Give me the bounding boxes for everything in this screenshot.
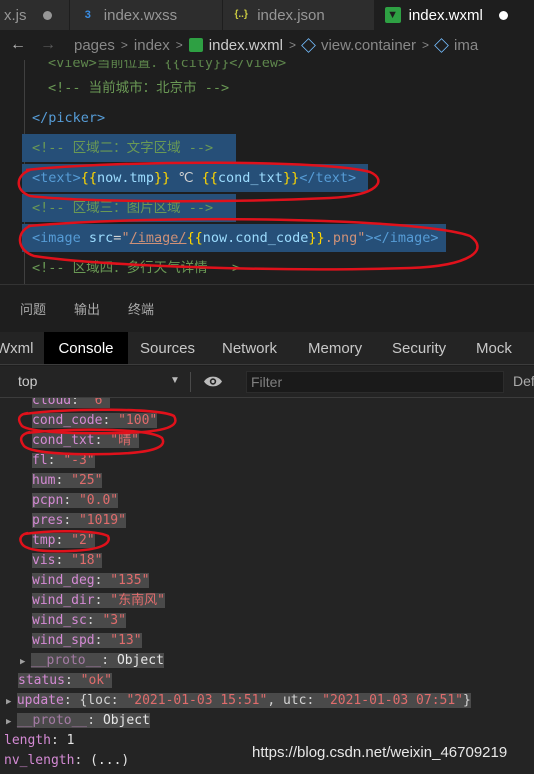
console-property-row: cloud: "6" bbox=[32, 398, 111, 411]
divider bbox=[190, 372, 191, 392]
expand-triangle-icon[interactable]: ▶ bbox=[6, 697, 17, 707]
console-property-row: pcpn: "0.0" bbox=[32, 493, 119, 508]
console-output[interactable]: cloud: "6" cond_code: "100" cond_txt: "晴" f… bbox=[0, 398, 534, 774]
console-property-row: wind_deg: "135" bbox=[32, 573, 150, 588]
tab-label: index.json bbox=[257, 6, 325, 24]
tab-console[interactable]: Console bbox=[44, 332, 128, 364]
console-toolbar: top ▼ Def bbox=[0, 366, 534, 398]
console-length-row: length: 1 bbox=[4, 733, 75, 748]
wxml-file-icon: ▼ bbox=[384, 7, 401, 23]
tab-label: x.js bbox=[4, 6, 27, 24]
tab-terminal[interactable]: 终端 bbox=[128, 299, 154, 318]
chevron-right-icon: > bbox=[422, 38, 430, 52]
breadcrumb-file[interactable]: index.wxml bbox=[209, 37, 283, 54]
console-property-row: cond_code: "100" bbox=[32, 413, 158, 428]
code-editor[interactable]: <view>当前位置：{{city}}</view> <!-- 当前城市：北京市… bbox=[0, 60, 534, 284]
console-property-row: vis: "18" bbox=[32, 553, 103, 568]
code-line-text: <text>{{now.tmp}} ℃ {{cond_txt}}</text> bbox=[32, 170, 357, 186]
tab-index-wxss[interactable]: 3 index.wxss bbox=[69, 0, 224, 30]
tab-x-js[interactable]: x.js bbox=[0, 0, 70, 30]
wxml-file-icon bbox=[188, 38, 203, 52]
code-line: <!-- 区域二：文字区域 --> bbox=[32, 140, 214, 156]
editor-tab-bar: x.js 3 index.wxss {..} index.json ▼ inde… bbox=[0, 0, 534, 30]
forward-arrow-icon[interactable]: → bbox=[40, 36, 56, 54]
tab-sources[interactable]: Sources bbox=[140, 332, 222, 364]
eye-icon[interactable] bbox=[203, 375, 223, 388]
tab-security[interactable]: Security bbox=[392, 332, 476, 364]
filter-input[interactable] bbox=[246, 371, 504, 393]
tab-mock[interactable]: Mock bbox=[476, 332, 526, 364]
breadcrumb-last[interactable]: ima bbox=[454, 37, 478, 54]
unsaved-dot-icon[interactable] bbox=[42, 10, 52, 20]
breadcrumb-pages[interactable]: pages bbox=[74, 37, 115, 54]
tab-label: index.wxml bbox=[408, 6, 483, 24]
expand-triangle-icon[interactable]: ▶ bbox=[6, 717, 17, 727]
chevron-right-icon: > bbox=[120, 38, 128, 52]
console-property-row: wind_dir: "东南风" bbox=[32, 593, 165, 608]
chevron-right-icon: > bbox=[175, 38, 183, 52]
chevron-right-icon: > bbox=[288, 38, 296, 52]
console-proto-row[interactable]: ▶ __proto__: Object bbox=[20, 651, 164, 671]
tab-index-wxml[interactable]: ▼ index.wxml bbox=[374, 0, 534, 30]
code-line: <!-- 区域三：图片区域 --> bbox=[32, 200, 214, 216]
code-line: <!-- 当前城市：北京市 --> bbox=[48, 80, 230, 96]
watermark: https://blog.csdn.net/weixin_46709219 bbox=[252, 744, 508, 761]
code-line: <!-- 区域四：多行天气详情 --> bbox=[32, 260, 241, 276]
console-property-row: hum: "25" bbox=[32, 473, 103, 488]
console-proto-row[interactable]: ▶ __proto__: Object bbox=[6, 711, 150, 731]
devtools-tab-bar: Wxml Console Sources Network Memory Secu… bbox=[0, 332, 534, 365]
unsaved-dot-icon[interactable] bbox=[498, 10, 508, 20]
tab-problems[interactable]: 问题 bbox=[20, 299, 46, 318]
code-line-image: <image src="/image/{{now.cond_code}}.png… bbox=[32, 230, 439, 246]
console-property-row: wind_spd: "13" bbox=[32, 633, 142, 648]
json-file-icon: {..} bbox=[234, 9, 248, 20]
tab-output[interactable]: 输出 bbox=[74, 299, 100, 318]
console-property-row: cond_txt: "晴" bbox=[32, 433, 139, 448]
tab-label: index.wxss bbox=[103, 6, 178, 24]
dropdown-arrow-icon[interactable]: ▼ bbox=[170, 375, 180, 386]
symbol-element-icon bbox=[301, 37, 316, 53]
levels-dropdown[interactable]: Def bbox=[513, 373, 534, 389]
symbol-element-icon bbox=[434, 37, 449, 53]
code-line: </picker> bbox=[32, 110, 106, 126]
expand-triangle-icon[interactable]: ▶ bbox=[20, 657, 31, 667]
console-nvlength-row: nv_length: (...) bbox=[4, 753, 130, 768]
tab-memory[interactable]: Memory bbox=[308, 332, 392, 364]
console-update-row[interactable]: ▶ update: {loc: "2021-01-03 15:51", utc:… bbox=[6, 691, 471, 711]
console-property-row: tmp: "2" bbox=[32, 533, 95, 548]
css-file-icon: 3 bbox=[84, 9, 91, 21]
tab-index-json[interactable]: {..} index.json bbox=[223, 0, 375, 30]
tab-network[interactable]: Network bbox=[222, 332, 308, 364]
console-status-row: status: "ok" bbox=[18, 673, 112, 688]
console-property-row: wind_sc: "3" bbox=[32, 613, 126, 628]
panel-tab-bar: 问题 输出 终端 bbox=[0, 284, 534, 332]
console-property-row: pres: "1019" bbox=[32, 513, 126, 528]
breadcrumb: ← → pages > index > index.wxml > view.co… bbox=[0, 30, 534, 60]
context-select[interactable]: top bbox=[18, 373, 37, 389]
breadcrumb-index[interactable]: index bbox=[134, 37, 170, 54]
back-arrow-icon[interactable]: ← bbox=[10, 36, 26, 54]
breadcrumb-container[interactable]: view.container bbox=[321, 37, 416, 54]
console-property-row: fl: "-3" bbox=[32, 453, 95, 468]
tab-wxml[interactable]: Wxml bbox=[0, 332, 44, 364]
